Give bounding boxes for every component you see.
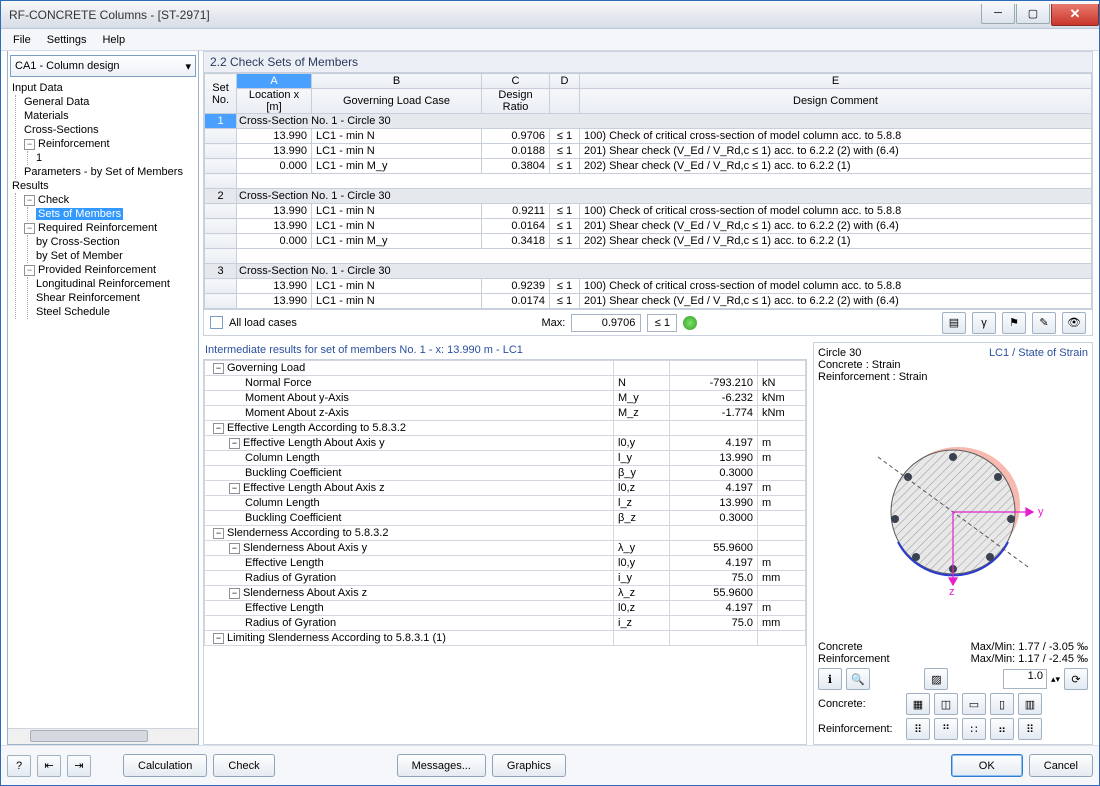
minus-icon[interactable]: − (24, 223, 35, 234)
messages-button[interactable]: Messages... (397, 754, 486, 777)
tree-reinforcement[interactable]: −Reinforcement (22, 137, 196, 151)
preview-concrete: Concrete (818, 641, 863, 653)
preview-line-2: Reinforcement : Strain (818, 371, 1088, 383)
table-row[interactable]: 13.990LC1 - min N0.9211≤ 1100) Check of … (205, 204, 1092, 219)
tree-hscrollbar[interactable] (8, 728, 198, 744)
minus-icon[interactable]: − (24, 195, 35, 206)
tree-steel-schedule[interactable]: Steel Schedule (34, 305, 196, 319)
c-opt-1[interactable]: ▦ (906, 693, 930, 715)
results-grid[interactable]: Set No.ABCDELocation x [m]Governing Load… (204, 73, 1092, 309)
check-button[interactable]: Check (213, 754, 274, 777)
detail-title: Intermediate results for set of members … (203, 342, 807, 359)
svg-text:y: y (1038, 506, 1044, 518)
c-opt-5[interactable]: ▥ (1018, 693, 1042, 715)
tree-check[interactable]: −Check (22, 193, 196, 207)
r-opt-1[interactable]: ⠿ (906, 718, 930, 740)
hatch-button[interactable]: ▨ (924, 668, 948, 690)
calculation-button[interactable]: Calculation (123, 754, 207, 777)
cancel-button[interactable]: Cancel (1029, 754, 1093, 777)
close-button[interactable]: ✕ (1051, 4, 1099, 26)
max-value: 0.9706 (571, 314, 641, 332)
preview-reinf-mm: Max/Min: 1.17 / -2.45 ‰ (971, 653, 1088, 665)
menubar: File Settings Help (1, 29, 1099, 51)
r-opt-5[interactable]: ⠿ (1018, 718, 1042, 740)
tree-req-reinf[interactable]: −Required Reinforcement (22, 221, 196, 235)
menu-settings[interactable]: Settings (39, 32, 95, 48)
r-opt-3[interactable]: ∷ (962, 718, 986, 740)
r-opt-2[interactable]: ⠛ (934, 718, 958, 740)
tree-input-data[interactable]: Input Data (10, 81, 196, 95)
graphics-button[interactable]: Graphics (492, 754, 566, 777)
tool-3-button[interactable]: ⚑ (1002, 312, 1026, 334)
table-row[interactable]: 13.990LC1 - min N0.0174≤ 1201) Shear che… (205, 294, 1092, 309)
view-button[interactable]: 👁 (1062, 312, 1086, 334)
info-button[interactable]: ℹ (818, 668, 842, 690)
reinf-label: Reinforcement: (818, 723, 902, 735)
r-opt-4[interactable]: ⠶ (990, 718, 1014, 740)
concrete-label: Concrete: (818, 698, 902, 710)
preview-mode: LC1 / State of Strain (989, 347, 1088, 359)
svg-text:z: z (949, 586, 955, 598)
preview-title: Circle 30 (818, 347, 861, 359)
minus-icon[interactable]: − (24, 265, 35, 276)
tree-by-cs[interactable]: by Cross-Section (34, 235, 196, 249)
tool-4-button[interactable]: ✎ (1032, 312, 1056, 334)
table-row[interactable]: 13.990LC1 - min N0.9706≤ 1100) Check of … (205, 129, 1092, 144)
minus-icon[interactable]: − (24, 139, 35, 150)
case-dropdown[interactable]: CA1 - Column design ▾ (10, 55, 196, 77)
maximize-button[interactable]: ▢ (1016, 4, 1050, 24)
max-compare: ≤ 1 (647, 314, 677, 332)
panel-title: 2.2 Check Sets of Members (203, 51, 1093, 73)
c-opt-2[interactable]: ◫ (934, 693, 958, 715)
tree-materials[interactable]: Materials (22, 109, 196, 123)
tree-results[interactable]: Results (10, 179, 196, 193)
detail-grid[interactable]: −Governing LoadNormal ForceN-793.210kNMo… (204, 360, 806, 646)
case-dropdown-value: CA1 - Column design (15, 60, 120, 72)
refresh-button[interactable]: ⟳ (1064, 668, 1088, 690)
tree-prov-reinf[interactable]: −Provided Reinforcement (22, 263, 196, 277)
tool-1-button[interactable]: ▤ (942, 312, 966, 334)
zoom-button[interactable]: 🔍 (846, 668, 870, 690)
menu-help[interactable]: Help (94, 32, 133, 48)
tree-params[interactable]: Parameters - by Set of Members (22, 165, 196, 179)
table-row[interactable]: 0.000LC1 - min M_y0.3804≤ 1202) Shear ch… (205, 159, 1092, 174)
menu-file[interactable]: File (5, 32, 39, 48)
all-load-cases-label: All load cases (229, 317, 297, 329)
table-row[interactable]: 13.990LC1 - min N0.9239≤ 1100) Check of … (205, 279, 1092, 294)
zoom-input[interactable]: 1.0 (1003, 669, 1047, 689)
preview-panel: Circle 30 LC1 / State of Strain Concrete… (813, 342, 1093, 745)
titlebar: RF-CONCRETE Columns - [ST-2971] ─ ▢ ✕ (1, 1, 1099, 29)
table-row[interactable]: 0.000LC1 - min M_y0.3418≤ 1202) Shear ch… (205, 234, 1092, 249)
tree-sets-of-members[interactable]: Sets of Members (34, 207, 196, 221)
table-row[interactable]: 13.990LC1 - min N0.0164≤ 1201) Shear che… (205, 219, 1092, 234)
window-title: RF-CONCRETE Columns - [ST-2971] (9, 8, 210, 22)
import-button[interactable]: ⇤ (37, 755, 61, 777)
chevron-down-icon: ▾ (185, 60, 191, 73)
tree-reinf-1[interactable]: 1 (34, 151, 196, 165)
c-opt-3[interactable]: ▭ (962, 693, 986, 715)
tree-long-reinf[interactable]: Longitudinal Reinforcement (34, 277, 196, 291)
tree-shear-reinf[interactable]: Shear Reinforcement (34, 291, 196, 305)
tree-cross-sections[interactable]: Cross-Sections (22, 123, 196, 137)
preview-concrete-mm: Max/Min: 1.77 / -3.05 ‰ (971, 641, 1088, 653)
tree-general[interactable]: General Data (22, 95, 196, 109)
tool-2-button[interactable]: γ (972, 312, 996, 334)
preview-reinf: Reinforcement (818, 653, 890, 665)
all-load-cases-checkbox[interactable] (210, 316, 223, 329)
table-row[interactable]: 13.990LC1 - min N0.0188≤ 1201) Shear che… (205, 144, 1092, 159)
help-button[interactable]: ? (7, 755, 31, 777)
preview-line-1: Concrete : Strain (818, 359, 1088, 371)
tree-by-sm[interactable]: by Set of Member (34, 249, 196, 263)
export-button[interactable]: ⇥ (67, 755, 91, 777)
nav-tree[interactable]: Input Data General Data Materials Cross-… (8, 79, 198, 728)
ok-status-icon (683, 316, 697, 330)
c-opt-4[interactable]: ▯ (990, 693, 1014, 715)
minimize-button[interactable]: ─ (981, 4, 1015, 24)
max-label: Max: (542, 317, 566, 329)
spinner-icon[interactable]: ▴▾ (1051, 674, 1060, 685)
ok-button[interactable]: OK (951, 754, 1023, 777)
